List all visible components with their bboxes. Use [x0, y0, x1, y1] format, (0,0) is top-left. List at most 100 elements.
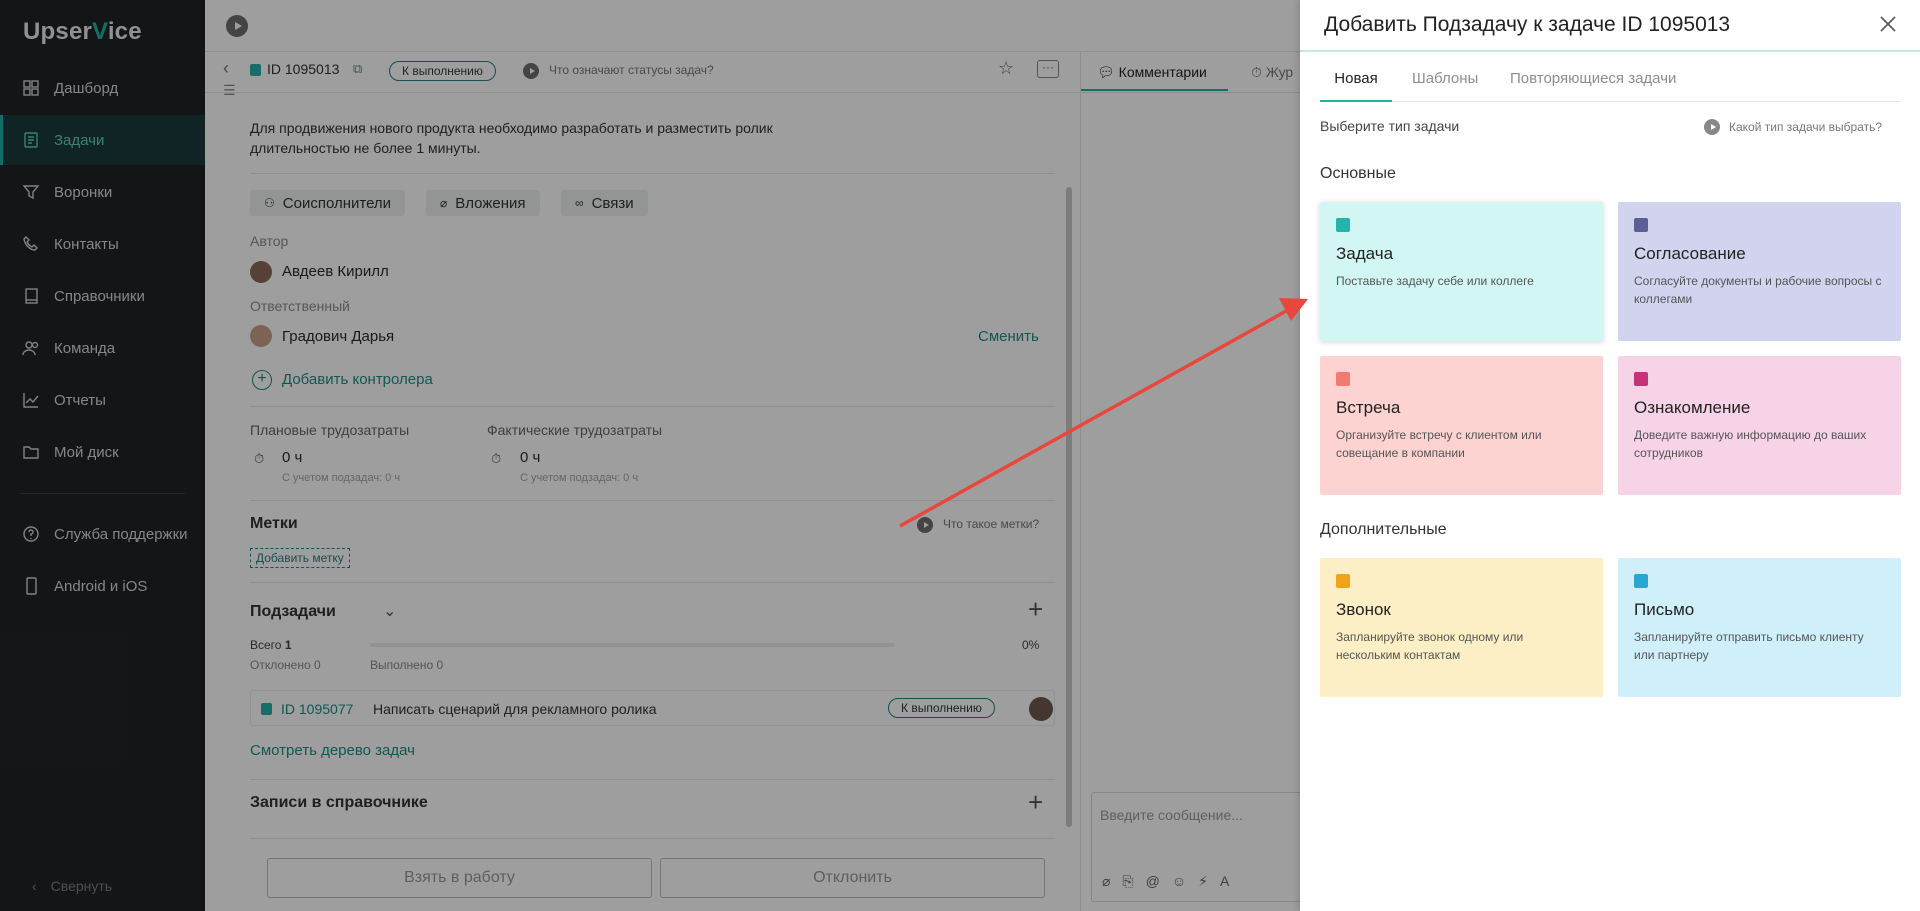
sidebar-item-label: Воронки: [54, 183, 113, 201]
rejected-count: Отклонено 0: [250, 658, 321, 672]
sidebar-item-contacts[interactable]: Контакты: [0, 219, 205, 269]
sidebar-item-label: Задачи: [54, 131, 105, 149]
add-controller-link[interactable]: Добавить контролера: [282, 371, 433, 388]
composer-toolbar[interactable]: ⌀⎘@☺⚡A: [1102, 873, 1241, 890]
sidebar-item-disk[interactable]: Мой диск: [0, 427, 205, 477]
copy-icon[interactable]: ⧉: [353, 61, 362, 77]
sidebar-item-label: Android и iOS: [54, 577, 148, 595]
main-area: ‹ ☰ ID 1095013 ⧉ К выполнению Что означа…: [205, 0, 1311, 911]
subtask-row[interactable]: ID 1095077 Написать сценарий для рекламн…: [250, 690, 1055, 726]
funnel-icon: [22, 183, 40, 201]
card-task[interactable]: Задача Поставьте задачу себе или коллеге: [1320, 202, 1603, 341]
task-tree-link[interactable]: Смотреть дерево задач: [250, 742, 415, 759]
sidebar-item-dashboard[interactable]: Дашборд: [0, 63, 205, 113]
task-description: Для продвижения нового продукта необходи…: [250, 120, 773, 156]
menu-icon[interactable]: ☰: [223, 82, 236, 99]
team-icon: [22, 339, 40, 357]
responsible-label: Ответственный: [250, 298, 350, 314]
help-icon: [22, 525, 40, 543]
planned-effort-value[interactable]: 0 ч: [282, 449, 302, 466]
subtasks-title: Подзадачи: [250, 603, 336, 620]
clock-icon: ⏱: [1251, 64, 1262, 80]
sidebar-item-label: Служба поддержки: [54, 525, 188, 543]
avatar: [250, 325, 272, 347]
clock-icon: [1336, 372, 1350, 386]
back-chevron-icon[interactable]: ‹: [223, 58, 229, 79]
subtask-status-badge[interactable]: К выполнению: [888, 698, 995, 718]
card-acquaintance[interactable]: Ознакомление Доведите важную информацию …: [1618, 356, 1901, 495]
tags-help-link[interactable]: Что такое метки?: [943, 517, 1039, 531]
extra-section-title: Дополнительные: [1320, 521, 1447, 538]
sidebar-item-label: Отчеты: [54, 391, 106, 409]
close-icon[interactable]: [1876, 12, 1900, 36]
eye-icon: [1634, 372, 1648, 386]
sidebar-item-reports[interactable]: Отчеты: [0, 375, 205, 425]
tab-recurring[interactable]: Повторяющиеся задачи: [1510, 70, 1676, 102]
scrollbar[interactable]: [1066, 187, 1072, 827]
sidebar-item-mobile[interactable]: Android и iOS: [0, 561, 205, 611]
card-mail[interactable]: Письмо Запланируйте отправить письмо кли…: [1618, 558, 1901, 697]
reject-button[interactable]: Отклонить: [660, 858, 1045, 898]
dashboard-icon: [22, 79, 40, 97]
play-video-icon[interactable]: [523, 63, 539, 79]
play-video-icon[interactable]: [1704, 119, 1720, 135]
subtask-id[interactable]: ID 1095077: [281, 701, 353, 717]
task-id: ID 1095013: [267, 61, 340, 77]
attachments-button[interactable]: ⌀ Вложения: [426, 190, 540, 216]
phone-icon: [22, 235, 40, 253]
play-video-icon[interactable]: [226, 15, 248, 37]
link-icon: ∞: [575, 196, 584, 210]
tab-journal[interactable]: ⏱ Жур: [1251, 64, 1293, 81]
main-section-title: Основные: [1320, 165, 1396, 182]
card-approval[interactable]: Согласование Согласуйте документы и рабо…: [1618, 202, 1901, 341]
avatar: [1029, 697, 1053, 721]
chevron-down-icon[interactable]: ⌄: [383, 601, 396, 621]
add-subtask-panel: Добавить Подзадачу к задаче ID 1095013 Н…: [1300, 0, 1920, 911]
take-to-work-button[interactable]: Взять в работу: [267, 858, 652, 898]
subtask-name[interactable]: Написать сценарий для рекламного ролика: [373, 701, 657, 717]
plus-icon[interactable]: +: [252, 370, 272, 390]
status-badge[interactable]: К выполнению: [389, 61, 496, 81]
play-video-icon[interactable]: [917, 517, 933, 533]
star-icon[interactable]: ☆: [998, 58, 1014, 79]
sidebar-item-team[interactable]: Команда: [0, 323, 205, 373]
tags-title: Метки: [250, 515, 298, 532]
more-icon[interactable]: ···: [1037, 60, 1059, 78]
card-call[interactable]: Звонок Запланируйте звонок одному или не…: [1320, 558, 1603, 697]
task-card: ‹ ☰ ID 1095013 ⧉ К выполнению Что означа…: [205, 52, 1080, 911]
sidebar-item-support[interactable]: Служба поддержки: [0, 509, 205, 559]
tab-new[interactable]: Новая: [1320, 70, 1392, 102]
add-subtask-icon[interactable]: +: [1028, 596, 1043, 622]
card-meeting[interactable]: Встреча Организуйте встречу с клиентом и…: [1320, 356, 1603, 495]
team-icon: ⚇: [264, 196, 275, 210]
sidebar-item-label: Команда: [54, 339, 116, 357]
message-input[interactable]: Введите сообщение... ⌀⎘@☺⚡A: [1091, 792, 1311, 902]
timer-icon: ⏱: [491, 451, 502, 466]
actual-effort-label: Фактические трудозатраты: [487, 422, 663, 438]
paperclip-icon: ⌀: [440, 196, 448, 210]
progress-percent: 0%: [1022, 638, 1040, 652]
coexecutors-button[interactable]: ⚇ Соисполнители: [250, 190, 406, 216]
author-name[interactable]: Авдеев Кирилл: [282, 263, 389, 280]
sidebar-item-tasks[interactable]: Задачи: [0, 115, 205, 165]
tab-comments[interactable]: 💬︎ Комментарии: [1097, 64, 1207, 81]
sidebar-item-funnels[interactable]: Воронки: [0, 167, 205, 217]
choose-type-help-link[interactable]: Какой тип задачи выбрать?: [1729, 120, 1882, 134]
responsible-name[interactable]: Градович Дарья: [282, 328, 394, 345]
book-icon: [22, 287, 40, 305]
status-help-link[interactable]: Что означают статусы задач?: [549, 63, 714, 77]
total-label: Всего: [250, 638, 282, 652]
mail-icon: [1634, 574, 1648, 588]
collapse-button[interactable]: ‹ Свернуть: [32, 878, 112, 894]
approval-icon: [1634, 218, 1648, 232]
comments-pane: 💬︎ Комментарии ⏱ Жур Введите сообщение..…: [1080, 52, 1311, 911]
add-record-icon[interactable]: +: [1028, 789, 1043, 815]
links-button[interactable]: ∞ Связи: [561, 190, 648, 216]
chat-icon: 💬︎: [1097, 64, 1115, 80]
subtasks-progress-bar: [370, 643, 895, 647]
change-responsible-link[interactable]: Сменить: [978, 328, 1039, 345]
tab-templates[interactable]: Шаблоны: [1412, 70, 1478, 102]
actual-effort-value[interactable]: 0 ч: [520, 449, 540, 466]
add-tag-button[interactable]: Добавить метку: [250, 548, 350, 568]
sidebar-item-directories[interactable]: Справочники: [0, 271, 205, 321]
